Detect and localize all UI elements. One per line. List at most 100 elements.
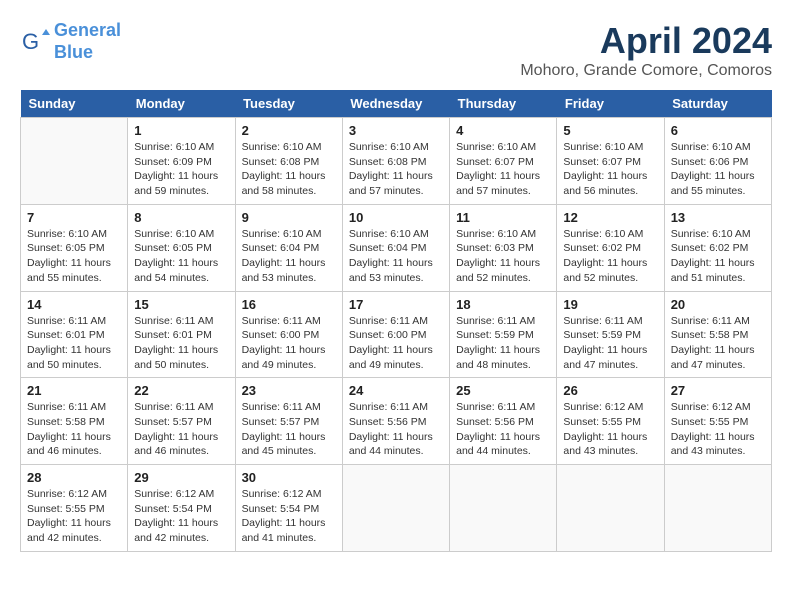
day-info: Sunrise: 6:11 AM Sunset: 6:00 PM Dayligh… (242, 314, 336, 373)
day-info: Sunrise: 6:10 AM Sunset: 6:02 PM Dayligh… (563, 227, 657, 286)
calendar-cell: 10 Sunrise: 6:10 AM Sunset: 6:04 PM Dayli… (342, 204, 449, 291)
day-number: 9 (242, 210, 336, 225)
calendar-cell: 29 Sunrise: 6:12 AM Sunset: 5:54 PM Dayli… (128, 465, 235, 552)
day-header-monday: Monday (128, 90, 235, 118)
day-header-saturday: Saturday (664, 90, 771, 118)
calendar-cell: 16 Sunrise: 6:11 AM Sunset: 6:00 PM Dayli… (235, 291, 342, 378)
day-number: 26 (563, 383, 657, 398)
day-number: 20 (671, 297, 765, 312)
day-info: Sunrise: 6:10 AM Sunset: 6:07 PM Dayligh… (563, 140, 657, 199)
day-number: 21 (27, 383, 121, 398)
day-header-friday: Friday (557, 90, 664, 118)
week-row-0: 1 Sunrise: 6:10 AM Sunset: 6:09 PM Daylig… (21, 118, 772, 205)
day-number: 14 (27, 297, 121, 312)
week-row-2: 14 Sunrise: 6:11 AM Sunset: 6:01 PM Dayli… (21, 291, 772, 378)
day-number: 5 (563, 123, 657, 138)
day-info: Sunrise: 6:11 AM Sunset: 5:58 PM Dayligh… (27, 400, 121, 459)
calendar-cell: 18 Sunrise: 6:11 AM Sunset: 5:59 PM Dayli… (450, 291, 557, 378)
day-number: 17 (349, 297, 443, 312)
calendar-cell: 27Sunrise: 6:12 AM Sunset: 5:55 PM Dayli… (664, 378, 771, 465)
day-info: Sunrise: 6:10 AM Sunset: 6:05 PM Dayligh… (27, 227, 121, 286)
day-info: Sunrise: 6:10 AM Sunset: 6:08 PM Dayligh… (349, 140, 443, 199)
day-number: 2 (242, 123, 336, 138)
calendar-cell: 25Sunrise: 6:11 AM Sunset: 5:56 PM Dayli… (450, 378, 557, 465)
calendar-cell: 12 Sunrise: 6:10 AM Sunset: 6:02 PM Dayli… (557, 204, 664, 291)
week-row-1: 7Sunrise: 6:10 AM Sunset: 6:05 PM Daylig… (21, 204, 772, 291)
calendar-cell: 4Sunrise: 6:10 AM Sunset: 6:07 PM Daylig… (450, 118, 557, 205)
day-info: Sunrise: 6:11 AM Sunset: 5:59 PM Dayligh… (456, 314, 550, 373)
day-info: Sunrise: 6:10 AM Sunset: 6:04 PM Dayligh… (349, 227, 443, 286)
day-info: Sunrise: 6:10 AM Sunset: 6:03 PM Dayligh… (456, 227, 550, 286)
day-number: 29 (134, 470, 228, 485)
logo-text: General Blue (54, 20, 121, 63)
day-number: 22 (134, 383, 228, 398)
day-info: Sunrise: 6:10 AM Sunset: 6:05 PM Dayligh… (134, 227, 228, 286)
calendar-cell: 2 Sunrise: 6:10 AM Sunset: 6:08 PM Daylig… (235, 118, 342, 205)
calendar-cell (664, 465, 771, 552)
day-number: 10 (349, 210, 443, 225)
day-number: 19 (563, 297, 657, 312)
day-number: 28 (27, 470, 121, 485)
day-info: Sunrise: 6:10 AM Sunset: 6:04 PM Dayligh… (242, 227, 336, 286)
day-info: Sunrise: 6:12 AM Sunset: 5:55 PM Dayligh… (27, 487, 121, 546)
calendar-cell: 3 Sunrise: 6:10 AM Sunset: 6:08 PM Daylig… (342, 118, 449, 205)
title-block: April 2024 Mohoro, Grande Comore, Comoro… (520, 20, 772, 80)
day-number: 3 (349, 123, 443, 138)
day-header-sunday: Sunday (21, 90, 128, 118)
day-number: 18 (456, 297, 550, 312)
month-title: April 2024 (520, 20, 772, 62)
calendar-cell: 21 Sunrise: 6:11 AM Sunset: 5:58 PM Dayli… (21, 378, 128, 465)
svg-text:G: G (22, 29, 39, 54)
calendar-cell: 15 Sunrise: 6:11 AM Sunset: 6:01 PM Dayli… (128, 291, 235, 378)
day-header-wednesday: Wednesday (342, 90, 449, 118)
day-info: Sunrise: 6:11 AM Sunset: 6:00 PM Dayligh… (349, 314, 443, 373)
calendar-cell: 14 Sunrise: 6:11 AM Sunset: 6:01 PM Dayli… (21, 291, 128, 378)
calendar-cell: 24 Sunrise: 6:11 AM Sunset: 5:56 PM Dayli… (342, 378, 449, 465)
calendar-cell: 22 Sunrise: 6:11 AM Sunset: 5:57 PM Dayli… (128, 378, 235, 465)
day-info: Sunrise: 6:10 AM Sunset: 6:02 PM Dayligh… (671, 227, 765, 286)
calendar-body: 1 Sunrise: 6:10 AM Sunset: 6:09 PM Daylig… (21, 118, 772, 552)
calendar-table: SundayMondayTuesdayWednesdayThursdayFrid… (20, 90, 772, 552)
day-info: Sunrise: 6:12 AM Sunset: 5:54 PM Dayligh… (242, 487, 336, 546)
logo: G General Blue (20, 20, 121, 63)
day-info: Sunrise: 6:10 AM Sunset: 6:07 PM Dayligh… (456, 140, 550, 199)
day-info: Sunrise: 6:10 AM Sunset: 6:06 PM Dayligh… (671, 140, 765, 199)
day-number: 6 (671, 123, 765, 138)
day-info: Sunrise: 6:12 AM Sunset: 5:55 PM Dayligh… (563, 400, 657, 459)
day-info: Sunrise: 6:11 AM Sunset: 6:01 PM Dayligh… (134, 314, 228, 373)
day-info: Sunrise: 6:12 AM Sunset: 5:54 PM Dayligh… (134, 487, 228, 546)
day-number: 11 (456, 210, 550, 225)
week-row-4: 28 Sunrise: 6:12 AM Sunset: 5:55 PM Dayli… (21, 465, 772, 552)
day-info: Sunrise: 6:10 AM Sunset: 6:08 PM Dayligh… (242, 140, 336, 199)
calendar-cell (557, 465, 664, 552)
calendar-cell: 6 Sunrise: 6:10 AM Sunset: 6:06 PM Daylig… (664, 118, 771, 205)
calendar-cell: 8 Sunrise: 6:10 AM Sunset: 6:05 PM Daylig… (128, 204, 235, 291)
calendar-header-row: SundayMondayTuesdayWednesdayThursdayFrid… (21, 90, 772, 118)
day-number: 27 (671, 383, 765, 398)
day-number: 13 (671, 210, 765, 225)
day-info: Sunrise: 6:11 AM Sunset: 5:57 PM Dayligh… (134, 400, 228, 459)
calendar-cell: 20Sunrise: 6:11 AM Sunset: 5:58 PM Dayli… (664, 291, 771, 378)
calendar-cell: 1 Sunrise: 6:10 AM Sunset: 6:09 PM Daylig… (128, 118, 235, 205)
day-number: 15 (134, 297, 228, 312)
page-header: G General Blue April 2024 Mohoro, Grande… (20, 20, 772, 80)
logo-icon: G (20, 27, 50, 57)
day-info: Sunrise: 6:11 AM Sunset: 5:57 PM Dayligh… (242, 400, 336, 459)
day-number: 1 (134, 123, 228, 138)
day-number: 8 (134, 210, 228, 225)
calendar-cell: 26 Sunrise: 6:12 AM Sunset: 5:55 PM Dayli… (557, 378, 664, 465)
calendar-cell (342, 465, 449, 552)
day-info: Sunrise: 6:11 AM Sunset: 5:56 PM Dayligh… (349, 400, 443, 459)
calendar-cell: 7Sunrise: 6:10 AM Sunset: 6:05 PM Daylig… (21, 204, 128, 291)
calendar-cell: 30Sunrise: 6:12 AM Sunset: 5:54 PM Dayli… (235, 465, 342, 552)
calendar-cell (450, 465, 557, 552)
week-row-3: 21 Sunrise: 6:11 AM Sunset: 5:58 PM Dayli… (21, 378, 772, 465)
day-number: 12 (563, 210, 657, 225)
calendar-cell: 13 Sunrise: 6:10 AM Sunset: 6:02 PM Dayli… (664, 204, 771, 291)
day-info: Sunrise: 6:11 AM Sunset: 6:01 PM Dayligh… (27, 314, 121, 373)
day-number: 16 (242, 297, 336, 312)
calendar-cell: 23Sunrise: 6:11 AM Sunset: 5:57 PM Dayli… (235, 378, 342, 465)
day-number: 24 (349, 383, 443, 398)
day-info: Sunrise: 6:10 AM Sunset: 6:09 PM Dayligh… (134, 140, 228, 199)
calendar-cell (21, 118, 128, 205)
